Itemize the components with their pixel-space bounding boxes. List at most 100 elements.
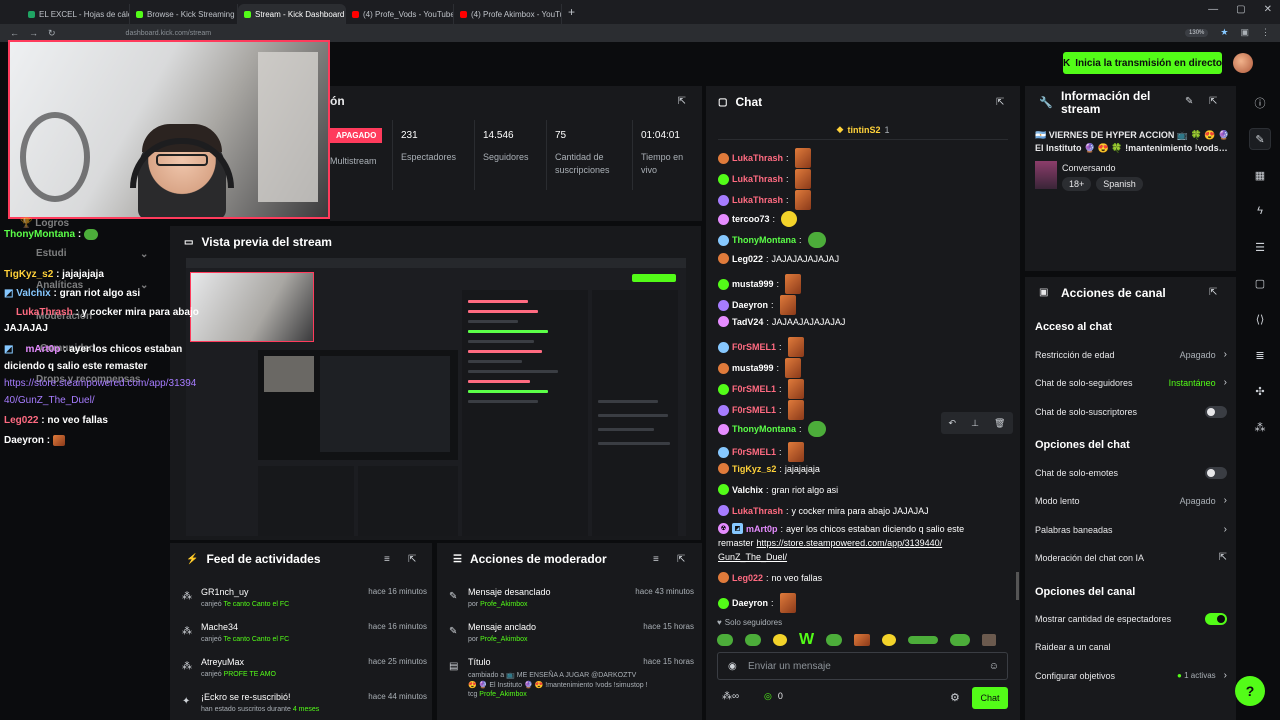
- chat-message[interactable]: Leg022: no veo fallas: [718, 572, 822, 583]
- reload-icon[interactable]: ↻: [48, 28, 56, 39]
- back-icon[interactable]: ←: [10, 28, 19, 38]
- browser-tab-youtube-akimbox[interactable]: (4) Profe Akimbox - YouTube✕: [454, 4, 562, 24]
- chat-link[interactable]: GunZ_The_Duel/: [718, 552, 787, 562]
- chat-user[interactable]: Daeyron: [732, 300, 768, 310]
- chat-message[interactable]: F0rSMEL1:: [718, 442, 804, 462]
- chat-message[interactable]: LukaThrash:: [718, 169, 811, 189]
- chat-message[interactable]: ThonyMontana:: [718, 232, 826, 248]
- popout-icon[interactable]: ⇱: [1209, 287, 1217, 298]
- chat-message[interactable]: Daeyron:: [718, 295, 796, 315]
- trash-icon[interactable]: 🗑: [994, 418, 1005, 429]
- chat-user[interactable]: Valchix: [732, 485, 763, 495]
- stack-icon[interactable]: ≣: [1249, 344, 1271, 366]
- emote-button[interactable]: [773, 634, 787, 646]
- chat-user[interactable]: LukaThrash: [732, 195, 783, 205]
- chat-user[interactable]: LukaThrash: [732, 174, 783, 184]
- chat-message[interactable]: F0rSMEL1:: [718, 337, 804, 357]
- channel-points[interactable]: ◎ 0: [764, 691, 783, 702]
- emote-button[interactable]: [950, 634, 971, 646]
- lightning-icon[interactable]: ϟ: [1249, 200, 1271, 222]
- star-icon[interactable]: ★: [1220, 27, 1228, 38]
- popout-icon[interactable]: ⇱: [1209, 96, 1217, 107]
- chat-user[interactable]: F0rSMEL1: [732, 384, 776, 394]
- new-tab-button[interactable]: +: [568, 5, 575, 19]
- chat-user[interactable]: F0rSMEL1: [732, 447, 776, 457]
- extensions-icon[interactable]: ▣: [1240, 27, 1249, 38]
- chat-user[interactable]: LukaThrash: [732, 506, 783, 516]
- show-viewers-toggle[interactable]: [1205, 613, 1227, 625]
- emote-button[interactable]: [854, 634, 871, 646]
- chat-user[interactable]: Daeyron: [732, 598, 768, 608]
- category-name[interactable]: Conversando: [1062, 163, 1116, 173]
- pin-icon[interactable]: ⊥: [971, 418, 979, 429]
- chat-message[interactable]: TadV24: JAJAAJAJAJAJAJ: [718, 316, 845, 327]
- chat-message[interactable]: musta999:: [718, 358, 802, 378]
- age-restriction-row[interactable]: Restricción de edad Apagado ›: [1035, 349, 1227, 360]
- chat-scrollbar[interactable]: [1016, 572, 1019, 600]
- chat-message[interactable]: Leg022: JAJAJAJAJAJAJ: [718, 253, 839, 264]
- chat-user[interactable]: ThonyMontana: [732, 235, 796, 245]
- slow-mode-row[interactable]: Modo lento Apagado ›: [1035, 495, 1227, 506]
- chat-user[interactable]: TigKyz_s2: [732, 464, 776, 474]
- edit-icon[interactable]: ✎: [1185, 96, 1193, 107]
- chat-user[interactable]: mArt0p: [746, 524, 778, 534]
- url-field[interactable]: dashboard.kick.com/stream: [126, 30, 212, 37]
- filter-icon[interactable]: ≡: [384, 554, 390, 565]
- browser-tab-kick-dashboard[interactable]: Stream - Kick Dashboard✕: [238, 4, 346, 24]
- chat-message-input[interactable]: ◉ Enviar un mensaje ☺: [717, 652, 1008, 680]
- forward-icon[interactable]: →: [29, 28, 38, 38]
- emote-button[interactable]: [717, 634, 733, 646]
- chat-user[interactable]: tercoo73: [732, 214, 770, 224]
- emote-only-toggle[interactable]: [1205, 467, 1227, 479]
- chat-message[interactable]: musta999:: [718, 274, 802, 294]
- chat-bubble-icon[interactable]: ▢: [1249, 272, 1271, 294]
- go-live-button[interactable]: K Inicia la transmisión en directo: [1063, 52, 1222, 74]
- chat-message[interactable]: F0rSMEL1:: [718, 379, 804, 399]
- popout-icon[interactable]: ⇱: [677, 554, 685, 565]
- stream-preview-video[interactable]: [186, 258, 686, 536]
- reply-icon[interactable]: ↶: [949, 418, 957, 429]
- chat-message[interactable]: LukaThrash:: [718, 190, 811, 210]
- close-window-icon[interactable]: ✕: [1264, 4, 1272, 15]
- chat-message[interactable]: LukaThrash:: [718, 148, 811, 168]
- avatar[interactable]: [1233, 53, 1253, 73]
- chat-send-button[interactable]: Chat: [972, 687, 1008, 709]
- gear-icon[interactable]: ⚙: [950, 691, 960, 704]
- chat-user[interactable]: F0rSMEL1: [732, 405, 776, 415]
- code-icon[interactable]: ⟨⟩: [1249, 308, 1271, 330]
- info-icon[interactable]: ⓘ: [1249, 92, 1271, 114]
- chat-message[interactable]: tercoo73:: [718, 211, 798, 227]
- chat-link[interactable]: https://store.steampowered.com/app/31394…: [757, 538, 943, 548]
- followers-only-row[interactable]: Chat de solo-seguidores Instantáneo ›: [1035, 377, 1227, 388]
- emote-button[interactable]: [745, 634, 761, 646]
- minimize-icon[interactable]: —: [1208, 4, 1218, 15]
- edit-icon[interactable]: ✎: [1249, 128, 1271, 150]
- popout-icon[interactable]: ⇱: [678, 96, 686, 107]
- chat-message[interactable]: TigKyz_s2: jajajajaja: [718, 463, 820, 474]
- emoji-icon[interactable]: ☺: [989, 661, 999, 672]
- emote-button[interactable]: [826, 634, 843, 646]
- chat-user[interactable]: Leg022: [732, 254, 763, 264]
- maximize-icon[interactable]: ▢: [1236, 4, 1245, 15]
- users-icon[interactable]: ⁂∞: [722, 691, 739, 702]
- chat-message[interactable]: LukaThrash: y cocker mira para abajo JAJ…: [718, 505, 929, 516]
- chat-user[interactable]: ThonyMontana: [732, 424, 796, 434]
- subs-only-toggle[interactable]: [1205, 406, 1227, 418]
- layout-icon[interactable]: ▦: [1249, 164, 1271, 186]
- emote-button[interactable]: [908, 636, 939, 644]
- chat-message[interactable]: ThonyMontana:: [718, 421, 826, 437]
- chat-message[interactable]: F0rSMEL1:: [718, 400, 804, 420]
- emote-w-button[interactable]: W: [799, 631, 814, 649]
- chat-user[interactable]: TadV24: [732, 317, 763, 327]
- browser-tab-youtube-vods[interactable]: (4) Profe_Vods - YouTube✕: [346, 4, 454, 24]
- menu-icon[interactable]: ⋮: [1261, 27, 1270, 38]
- browser-tab-kick-browse[interactable]: Browse - Kick Streaming✕: [130, 4, 238, 24]
- help-button[interactable]: ?: [1235, 676, 1265, 706]
- emote-button[interactable]: [982, 634, 997, 646]
- banned-words-row[interactable]: Palabras baneadas ›: [1035, 524, 1227, 535]
- popout-icon[interactable]: ⇱: [408, 554, 416, 565]
- chat-user[interactable]: musta999: [732, 363, 774, 373]
- chat-user[interactable]: F0rSMEL1: [732, 342, 776, 352]
- chat-message[interactable]: ☢ ◩ mArt0p: ayer los chicos estaban dici…: [718, 523, 964, 534]
- chat-user[interactable]: LukaThrash: [732, 153, 783, 163]
